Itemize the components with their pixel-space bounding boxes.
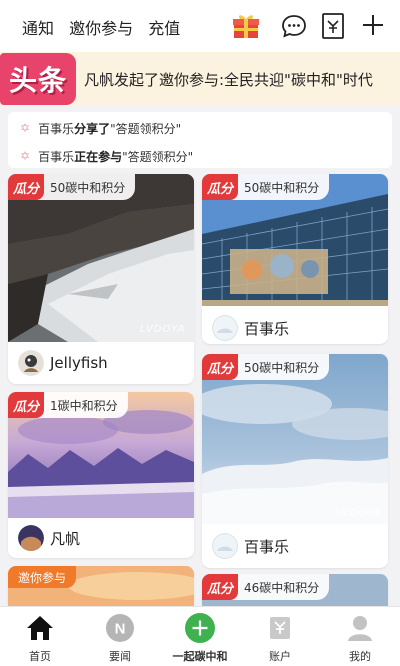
top-bar: 通知 邀你参与 充值 (0, 0, 400, 52)
card-author[interactable]: 凡帆 (18, 525, 80, 551)
author-name: Jellyfish (50, 354, 108, 372)
plus-circle-icon (185, 613, 215, 643)
points-tag: 瓜分 (202, 174, 238, 200)
nav-label: 一起碳中和 (172, 650, 228, 663)
card-author[interactable]: 百事乐 (212, 315, 289, 341)
post-card[interactable]: 瓜分 46碳中和积分 (202, 574, 388, 606)
nav-label: 账户 (269, 650, 291, 663)
home-icon (25, 613, 55, 643)
activity-action: 分享了 (74, 121, 111, 136)
account-icon (265, 613, 295, 643)
author-name: 凡帆 (50, 529, 81, 548)
points-text: 1碳中和积分 (50, 398, 118, 413)
headline-text[interactable]: 凡帆发起了邀你参与:全民共迎"碳中和"时代 (84, 69, 373, 90)
points-text: 46碳中和积分 (244, 580, 320, 595)
points-badge: 瓜分 46碳中和积分 (202, 574, 330, 600)
post-card[interactable]: 瓜分 1碳中和积分 凡帆 (8, 392, 194, 558)
points-badge: 瓜分 50碳中和积分 (8, 174, 136, 200)
watermark: LVDOYA (336, 508, 382, 519)
top-tabs: 通知 邀你参与 充值 (22, 15, 190, 39)
nav-news[interactable]: N 要闻 (80, 607, 160, 666)
author-name: 百事乐 (244, 319, 290, 338)
activity-item[interactable]: ✡ 百事乐 正在参与 "答题领积分" (20, 145, 193, 167)
nav-label: 首页 (29, 650, 51, 663)
avatar (212, 315, 238, 341)
points-badge: 瓜分 1碳中和积分 (8, 392, 128, 418)
post-card[interactable]: LVDOYA 瓜分 50碳中和积分 百事乐 (202, 354, 388, 568)
star-icon: ✡ (20, 149, 31, 163)
nav-home[interactable]: 首页 (0, 607, 80, 666)
nav-profile[interactable]: 我的 (320, 607, 400, 666)
avatar (18, 525, 44, 551)
points-tag: 瓜分 (8, 174, 44, 200)
avatar (212, 533, 238, 559)
headline-badge: 头条 (0, 53, 76, 105)
gift-icon[interactable] (231, 11, 261, 41)
points-text: 50碳中和积分 (244, 360, 320, 375)
wallet-icon[interactable] (320, 12, 346, 40)
bottom-nav: 首页 N 要闻 一起碳中和 账户 我的 (0, 606, 400, 666)
svg-text:N: N (115, 621, 126, 638)
star-icon: ✡ (20, 121, 31, 135)
nav-label: 要闻 (109, 650, 131, 663)
nav-carbon-neutral[interactable]: 一起碳中和 (160, 607, 240, 666)
card-author[interactable]: 百事乐 (212, 533, 289, 559)
activity-action: 正在参与 (74, 149, 123, 164)
avatar (18, 350, 44, 376)
points-text: 50碳中和积分 (244, 180, 320, 195)
points-text: 50碳中和积分 (50, 180, 126, 195)
nav-account[interactable]: 账户 (240, 607, 320, 666)
activity-target: "答题领积分" (110, 121, 182, 136)
add-icon[interactable] (360, 12, 386, 38)
news-icon: N (105, 613, 135, 643)
points-tag: 瓜分 (202, 354, 238, 380)
activity-list: ✡ 百事乐 分享了 "答题领积分" ✡ 百事乐 正在参与 "答题领积分" (8, 112, 392, 168)
nav-label: 我的 (349, 650, 371, 663)
post-card[interactable]: LVDOYA 瓜分 50碳中和积分 Jellyfish (8, 174, 194, 384)
activity-target: "答题领积分" (122, 149, 194, 164)
chat-icon[interactable] (281, 13, 307, 39)
watermark: LVDOYA (140, 324, 186, 335)
points-tag: 瓜分 (202, 574, 238, 600)
post-card[interactable]: 瓜分 50碳中和积分 百事乐 (202, 174, 388, 344)
author-name: 百事乐 (244, 537, 290, 556)
tab-notifications[interactable]: 通知 (22, 19, 54, 38)
activity-item[interactable]: ✡ 百事乐 分享了 "答题领积分" (20, 117, 181, 139)
tab-invites[interactable]: 邀你参与 (69, 19, 133, 38)
post-card[interactable]: 邀你参与 (8, 566, 194, 606)
activity-user: 百事乐 (38, 121, 75, 136)
points-tag: 瓜分 (8, 392, 44, 418)
headline-banner[interactable]: 头条 凡帆发起了邀你参与:全民共迎"碳中和"时代 (0, 52, 400, 106)
card-author[interactable]: Jellyfish (18, 350, 108, 376)
points-badge: 瓜分 50碳中和积分 (202, 174, 330, 200)
profile-icon (345, 613, 375, 643)
activity-user: 百事乐 (38, 149, 75, 164)
invite-tag: 邀你参与 (8, 566, 77, 588)
points-badge: 瓜分 50碳中和积分 (202, 354, 330, 380)
tab-recharge[interactable]: 充值 (148, 19, 180, 38)
